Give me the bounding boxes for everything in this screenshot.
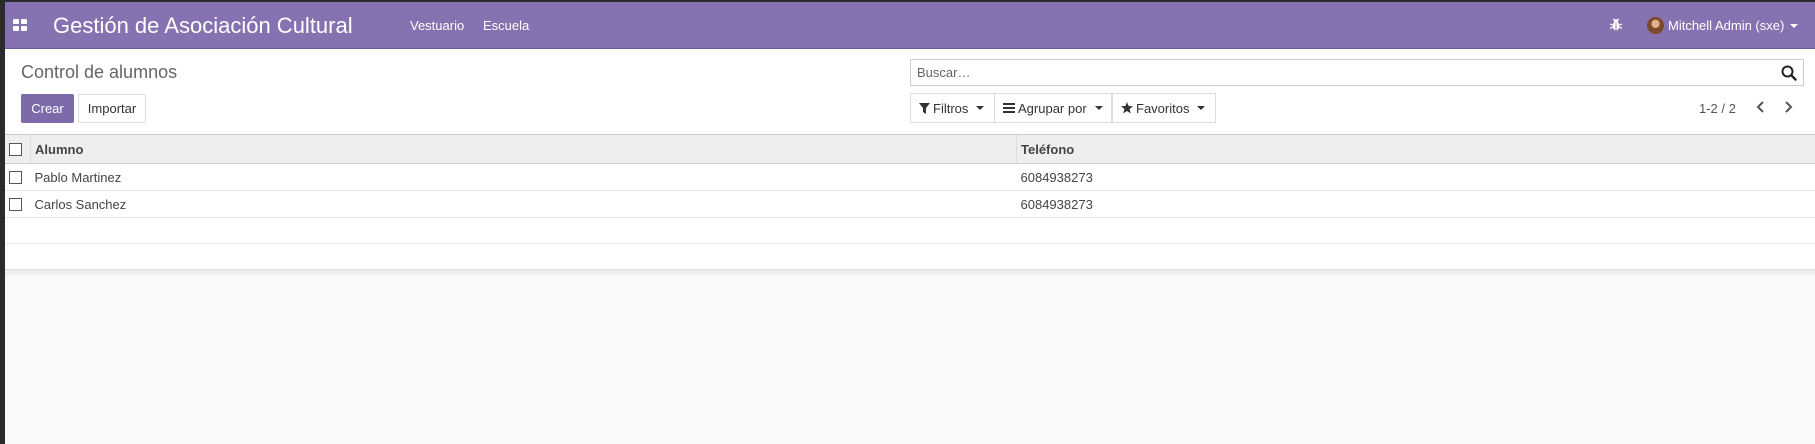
table-row[interactable]: Carlos Sanchez 6084938273	[5, 190, 1815, 218]
select-all-checkbox[interactable]	[9, 142, 22, 156]
filters-dropdown[interactable]: Filtros	[910, 93, 995, 123]
create-button[interactable]: Crear	[21, 94, 74, 123]
search-input[interactable]	[911, 60, 1777, 85]
table-row[interactable]: Pablo Martinez 6084938273	[5, 163, 1815, 191]
apps-menu-icon[interactable]	[13, 19, 27, 31]
column-header-alumno[interactable]: Alumno	[30, 134, 1017, 164]
star-icon	[1121, 102, 1133, 114]
empty-cell	[30, 217, 1017, 244]
filters-label: Filtros	[933, 100, 969, 116]
row-checkbox[interactable]	[9, 170, 22, 184]
menu-item-vestuario[interactable]: Vestuario	[410, 18, 464, 33]
cell-alumno[interactable]: Carlos Sanchez	[30, 190, 1017, 218]
chevron-down-icon	[1197, 106, 1206, 110]
cell-alumno[interactable]: Pablo Martinez	[30, 163, 1017, 191]
empty-row	[5, 243, 1815, 270]
breadcrumb: Control de alumnos	[21, 62, 178, 82]
chevron-down-icon	[1790, 23, 1799, 28]
user-name: Mitchell Admin (sxe)	[1668, 18, 1785, 34]
table-header-row: Alumno Teléfono	[5, 134, 1815, 164]
search-icon[interactable]	[1781, 65, 1797, 81]
row-checkbox-cell	[5, 190, 31, 218]
menu-item-escuela[interactable]: Escuela	[483, 18, 529, 33]
empty-cell	[5, 243, 31, 270]
control-panel: Control de alumnos Crear Importar Filtro…	[5, 49, 1815, 135]
empty-cell	[1016, 243, 1815, 270]
groupby-label: Agrupar por	[1018, 100, 1087, 116]
filter-icon	[919, 102, 930, 114]
app-brand[interactable]: Gestión de Asociación Cultural	[53, 13, 353, 39]
empty-row	[5, 217, 1815, 244]
bug-icon[interactable]	[1609, 18, 1623, 32]
user-avatar	[1647, 17, 1664, 35]
groupby-dropdown[interactable]: Agrupar por	[994, 93, 1112, 123]
chevron-down-icon	[1094, 106, 1103, 110]
row-checkbox[interactable]	[9, 197, 22, 211]
favorites-dropdown[interactable]: Favoritos	[1112, 93, 1216, 123]
list-icon	[1003, 103, 1015, 113]
chevron-down-icon	[976, 106, 985, 110]
cell-telefono[interactable]: 6084938273	[1016, 190, 1815, 218]
list-table: Alumno Teléfono Pablo Martinez 608493827…	[5, 134, 1815, 270]
empty-cell	[30, 243, 1017, 270]
import-button[interactable]: Importar	[78, 94, 146, 123]
user-menu[interactable]: Mitchell Admin (sxe)	[1647, 17, 1799, 35]
row-checkbox-cell	[5, 163, 31, 191]
empty-cell	[5, 217, 31, 244]
table-footer	[5, 269, 1815, 275]
pager-next-icon[interactable]	[1780, 99, 1796, 115]
search-box	[910, 59, 1804, 86]
pager-value[interactable]: 1-2 / 2	[1699, 101, 1736, 116]
empty-cell	[1016, 217, 1815, 244]
favorites-label: Favoritos	[1136, 100, 1190, 116]
cell-telefono[interactable]: 6084938273	[1016, 163, 1815, 191]
pager-previous-icon[interactable]	[1753, 99, 1769, 115]
column-header-telefono[interactable]: Teléfono	[1016, 134, 1815, 164]
select-all-cell	[5, 134, 31, 164]
main-navbar: Gestión de Asociación Cultural Vestuario…	[5, 2, 1815, 49]
